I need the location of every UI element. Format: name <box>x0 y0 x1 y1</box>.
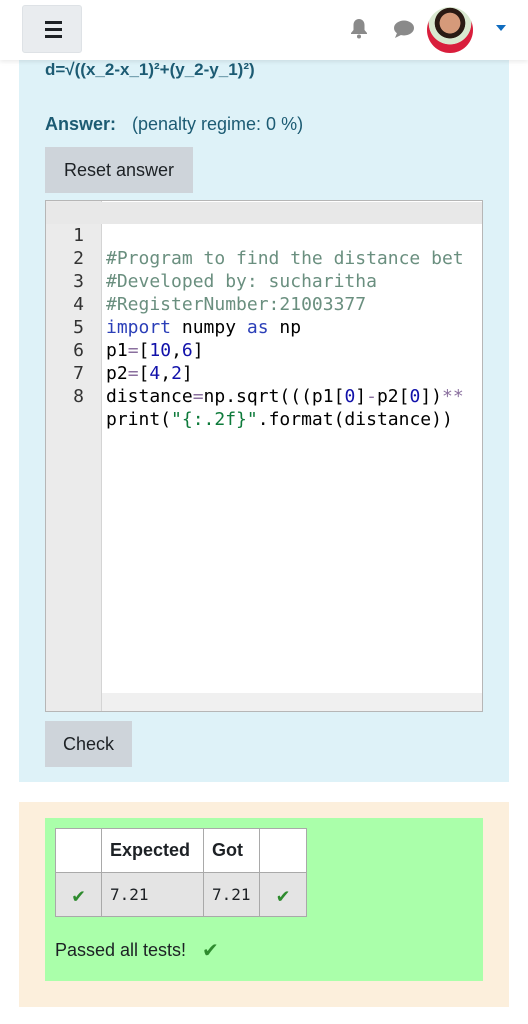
table-header-got: Got <box>203 828 260 873</box>
table-header-row: Expected Got <box>55 828 307 873</box>
caret-down-icon[interactable] <box>496 25 506 31</box>
code-line[interactable]: 1 #Program to find the distance bet <box>46 201 482 269</box>
code-text[interactable]: print("{:.2f}".format(distance)) <box>106 408 453 431</box>
test-results-table: Expected Got ✔ 7.21 7.21 ✔ <box>55 828 307 917</box>
code-line[interactable]: 3 #RegisterNumber:21003377 <box>46 247 482 315</box>
table-header-result <box>259 828 307 873</box>
passed-all-tests-text: Passed all tests! <box>55 940 187 960</box>
answer-label: Answer: <box>45 114 117 134</box>
hamburger-icon[interactable] <box>22 5 82 53</box>
reset-answer-button[interactable]: Reset answer <box>45 147 193 193</box>
top-navbar <box>0 0 528 60</box>
check-icon: ✔ <box>259 872 307 917</box>
check-icon: ✔ <box>55 872 102 917</box>
bell-icon[interactable] <box>348 17 370 39</box>
code-line[interactable]: 4 import numpy as np <box>46 270 482 338</box>
code-line[interactable]: 5 p1=[10,6] <box>46 293 482 361</box>
got-cell: 7.21 <box>203 872 260 917</box>
code-line[interactable]: 2 #Developed by: sucharitha <box>46 224 482 292</box>
code-text[interactable]: distance=np.sqrt(((p1[0]-p2[0])** <box>106 385 464 408</box>
penalty-regime: (penalty regime: 0 %) <box>132 114 304 134</box>
user-avatar[interactable] <box>427 7 473 53</box>
code-editor[interactable]: 1 #Program to find the distance bet 2 #D… <box>45 200 483 712</box>
check-icon: ✔ <box>202 940 219 962</box>
table-row: ✔ 7.21 7.21 ✔ <box>55 872 307 917</box>
question-formula: d=√((x_2-x_1)²+(y_2-y_1)²) <box>45 60 255 79</box>
code-line[interactable]: 7 distance=np.sqrt(((p1[0]-p2[0])** <box>46 339 482 407</box>
horizontal-scrollbar[interactable] <box>102 693 482 711</box>
code-line[interactable]: 6 p2=[4,2] <box>46 316 482 384</box>
table-header-expected: Expected <box>101 828 204 873</box>
expected-cell: 7.21 <box>101 872 204 917</box>
chat-icon[interactable] <box>392 18 416 40</box>
table-header-status <box>55 828 102 873</box>
check-button[interactable]: Check <box>45 721 132 767</box>
code-line[interactable]: 8 print("{:.2f}".format(distance)) <box>46 362 482 430</box>
line-number: 8 <box>73 386 84 407</box>
